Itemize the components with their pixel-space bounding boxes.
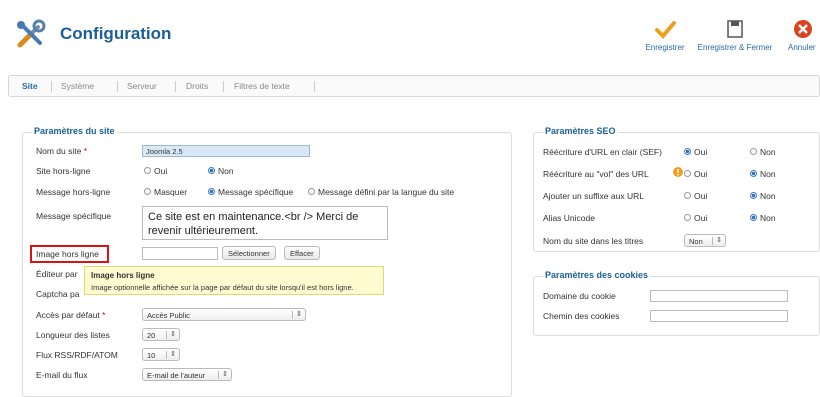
save-close-label: Enregistrer & Fermer <box>697 43 773 52</box>
unicode-oui-radio[interactable] <box>684 214 691 221</box>
rewrite-oui-radio[interactable] <box>684 170 691 177</box>
tab-separator <box>175 81 176 92</box>
tools-icon <box>17 19 46 48</box>
tab-separator <box>51 81 52 92</box>
suffix-oui-radio[interactable] <box>684 192 691 199</box>
editor-label: Éditeur par <box>36 269 78 279</box>
feed-email-label: E-mail du flux <box>36 370 88 380</box>
feed-email-select[interactable]: E-mail de l'auteur ⇕ <box>142 368 232 381</box>
cookies-legend: Paramètres des cookies <box>543 270 651 280</box>
seo-unicode-label: Alias Unicode <box>543 213 595 223</box>
msg-hide-label: Masquer <box>154 187 188 197</box>
cookie-path-input[interactable] <box>650 310 788 322</box>
tab-systeme[interactable]: Système <box>61 81 94 91</box>
site-legend: Paramètres du site <box>32 126 117 136</box>
msg-language-radio[interactable] <box>308 188 315 195</box>
cookie-domain-label: Domaine du cookie <box>543 291 616 301</box>
tab-separator <box>314 81 315 92</box>
seo-legend: Paramètres SEO <box>543 126 618 136</box>
checkmark-icon <box>655 21 676 39</box>
save-icon <box>727 20 743 38</box>
offline-oui-radio[interactable] <box>144 167 151 174</box>
access-select[interactable]: Accès Public ⇕ <box>142 308 306 321</box>
feed-select[interactable]: 10 ⇕ <box>142 348 180 361</box>
suffix-non-radio[interactable] <box>750 192 757 199</box>
unicode-non-radio[interactable] <box>750 214 757 221</box>
tab-droits[interactable]: Droits <box>186 81 208 91</box>
cancel-icon <box>794 20 812 38</box>
tooltip: Image hors ligne Image optionnelle affic… <box>84 266 384 295</box>
captcha-label: Captcha pa <box>36 289 80 299</box>
save-close-button[interactable]: Enregistrer & Fermer <box>692 18 778 52</box>
cookies-panel <box>533 276 820 336</box>
msg-custom-label: Message spécifique <box>218 187 294 197</box>
select-arrows-icon: ⇕ <box>170 331 176 338</box>
select-arrows-icon: ⇕ <box>296 311 302 318</box>
sitename-input[interactable]: Joomla 2.5 <box>142 145 310 157</box>
page-title: Configuration <box>60 24 172 43</box>
offline-oui-label: Oui <box>154 166 168 176</box>
select-arrows-icon: ⇕ <box>170 351 176 358</box>
seo-sef-label: Réécriture d'URL en clair (SEF) <box>543 147 662 157</box>
sitename-titles-select[interactable]: Non ⇕ <box>684 234 726 247</box>
custom-message-textarea[interactable]: Ce site est en maintenance.<br /> Merci … <box>142 206 388 240</box>
cookie-domain-input[interactable] <box>650 290 788 302</box>
header: Configuration Enregistrer Enregistrer & … <box>0 0 820 68</box>
clear-image-button[interactable]: Effacer <box>284 246 320 260</box>
tab-site[interactable]: Site <box>22 81 38 91</box>
cancel-button[interactable]: Annuler <box>788 18 820 52</box>
select-arrows-icon: ⇕ <box>222 371 228 378</box>
unicode-oui-label: Oui <box>694 213 708 223</box>
warning-icon <box>673 167 683 177</box>
offline-image-input[interactable] <box>142 247 218 260</box>
sef-non-label: Non <box>760 147 776 157</box>
sitename-label: Nom du site * <box>36 146 88 156</box>
sef-oui-radio[interactable] <box>684 148 691 155</box>
cookie-path-label: Chemin des cookies <box>543 311 620 321</box>
offline-message-label: Message hors-ligne <box>36 187 111 197</box>
tab-separator <box>117 81 118 92</box>
unicode-non-label: Non <box>760 213 776 223</box>
tooltip-title: Image hors ligne <box>91 271 155 280</box>
offline-label: Site hors-ligne <box>36 166 91 176</box>
cancel-label: Annuler <box>788 43 816 52</box>
access-label: Accès par défaut * <box>36 310 106 320</box>
msg-custom-radio[interactable] <box>208 188 215 195</box>
offline-non-radio[interactable] <box>208 167 215 174</box>
sef-non-radio[interactable] <box>750 148 757 155</box>
sitename-titles-label: Nom du site dans les titres <box>543 236 644 246</box>
feed-label: Flux RSS/RDF/ATOM <box>36 350 118 360</box>
seo-rewrite-label: Réécriture au "vol" des URL <box>543 169 649 179</box>
list-length-select[interactable]: 20 ⇕ <box>142 328 180 341</box>
list-length-label: Longueur des listes <box>36 330 110 340</box>
tab-separator <box>223 81 224 92</box>
msg-hide-radio[interactable] <box>144 188 151 195</box>
rewrite-oui-label: Oui <box>694 169 708 179</box>
msg-language-label: Message défini par la langue du site <box>318 187 455 197</box>
tooltip-text: Image optionnelle affichée sur la page p… <box>91 283 354 292</box>
tab-serveur[interactable]: Serveur <box>127 81 157 91</box>
save-label: Enregistrer <box>645 43 685 52</box>
custom-message-label: Message spécifique <box>36 211 112 221</box>
offline-image-label: Image hors ligne <box>36 249 99 259</box>
select-image-button[interactable]: Sélectionner <box>222 246 276 260</box>
sef-oui-label: Oui <box>694 147 708 157</box>
tabs-bar: Site Système Serveur Droits Filtres de t… <box>8 75 820 97</box>
offline-non-label: Non <box>218 166 234 176</box>
rewrite-non-radio[interactable] <box>750 170 757 177</box>
rewrite-non-label: Non <box>760 169 776 179</box>
seo-suffix-label: Ajouter un suffixe aux URL <box>543 191 644 201</box>
suffix-non-label: Non <box>760 191 776 201</box>
save-button[interactable]: Enregistrer <box>640 18 690 52</box>
suffix-oui-label: Oui <box>694 191 708 201</box>
select-arrows-icon: ⇕ <box>716 237 722 244</box>
tab-filtres[interactable]: Filtres de texte <box>234 81 290 91</box>
